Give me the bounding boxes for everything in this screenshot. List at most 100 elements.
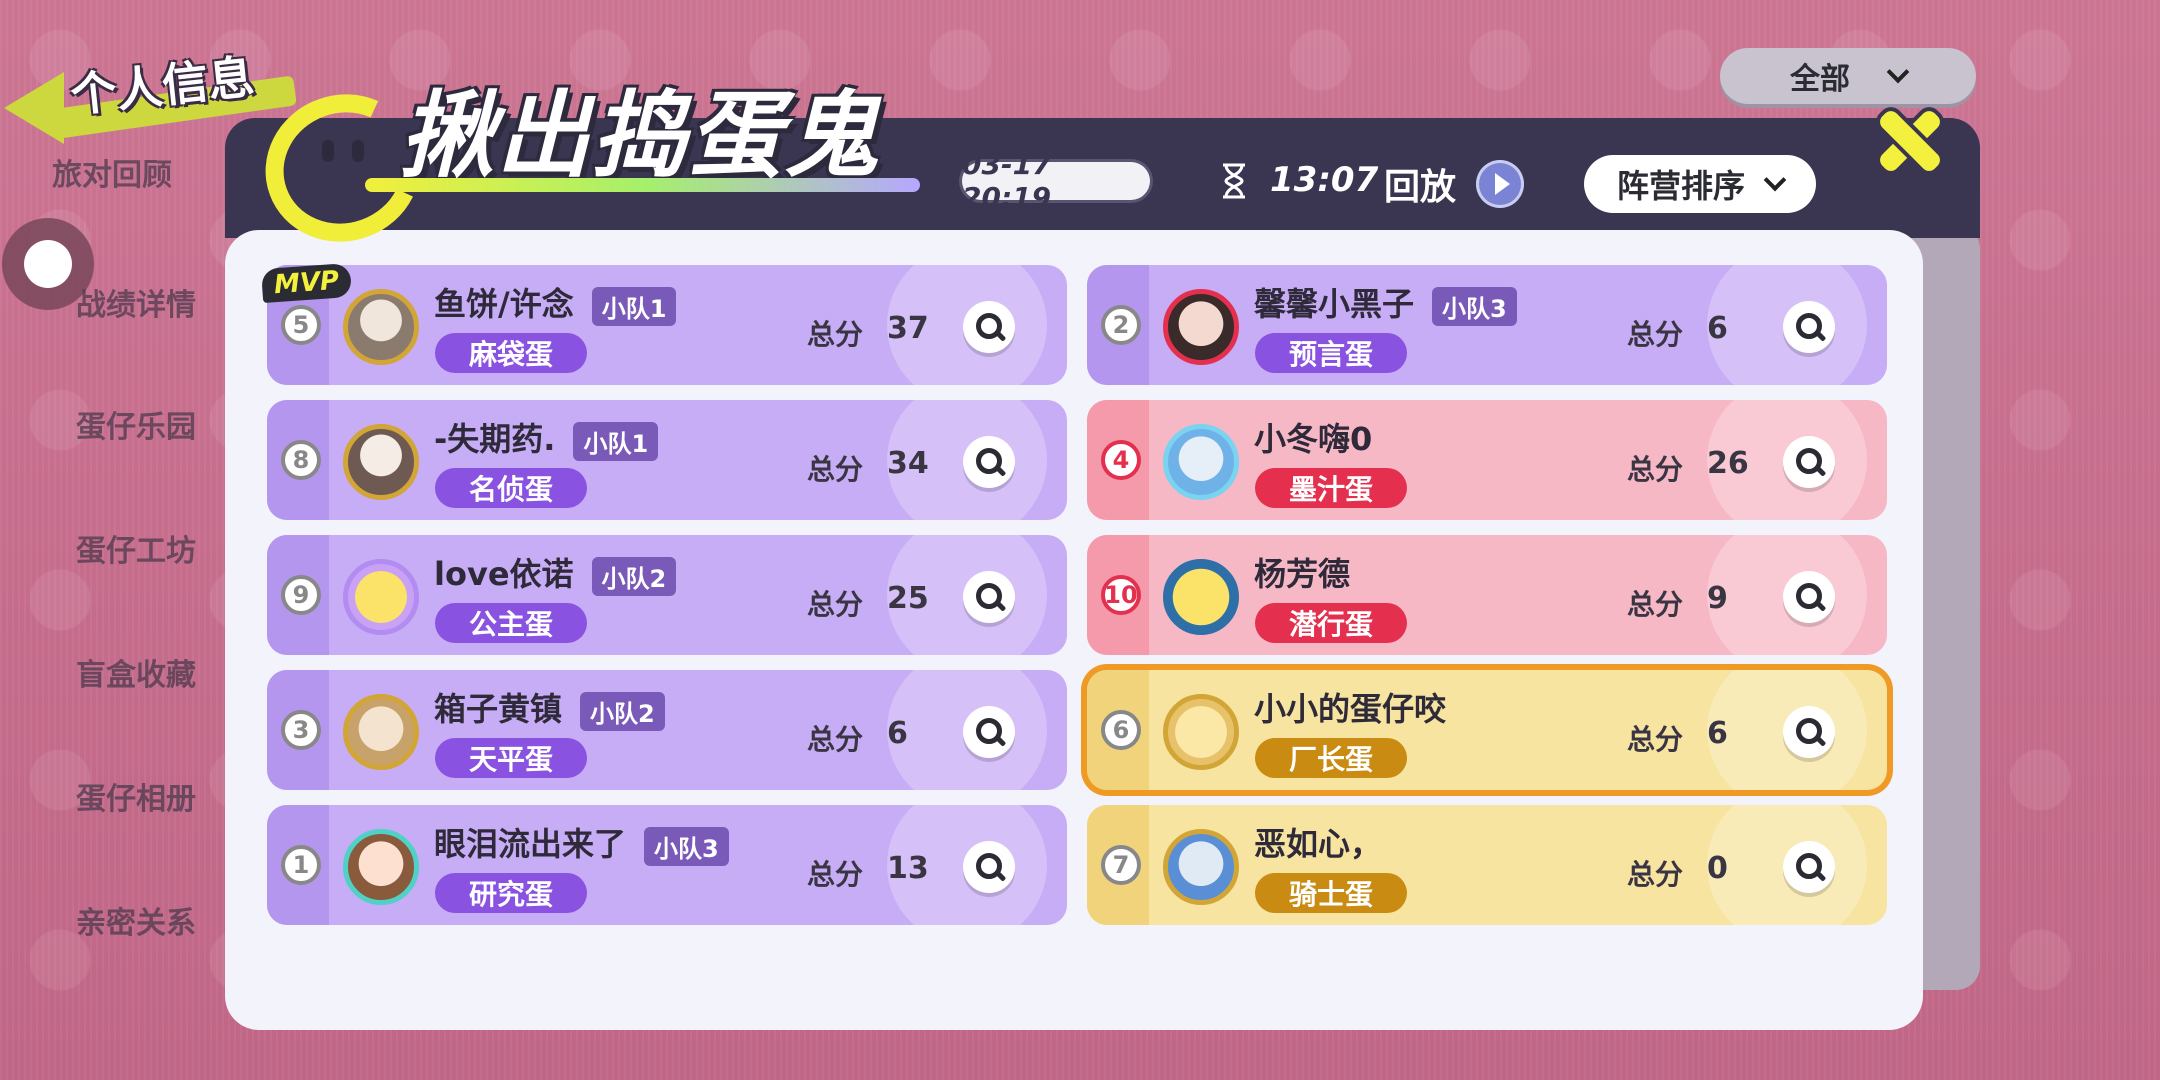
player-card[interactable]: 4 小冬嗨0 墨汁蛋 总分 26 (1087, 400, 1887, 520)
player-name-row: 馨馨小黑子 小队3 (1254, 279, 1517, 326)
search-icon[interactable] (963, 841, 1015, 893)
score-value: 34 (887, 446, 929, 481)
player-name-row: -失期药. 小队1 (434, 414, 659, 461)
player-card[interactable]: 8 -失期药. 小队1 名侦蛋 总分 34 (267, 400, 1067, 520)
rank-badge: 2 (1101, 305, 1141, 345)
player-card[interactable]: 3 箱子黄镇 小队2 天平蛋 总分 6 (267, 670, 1067, 790)
search-icon[interactable] (1783, 301, 1835, 353)
avatar[interactable] (1163, 424, 1239, 500)
hourglass-icon (1223, 163, 1245, 199)
player-card-self[interactable]: 6 小小的蛋仔咬 厂长蛋 总分 6 (1087, 670, 1887, 790)
player-name: 馨馨小黑子 (1254, 285, 1415, 323)
search-icon[interactable] (963, 436, 1015, 488)
rank-badge: 6 (1101, 710, 1141, 750)
score-label: 总分 (1627, 588, 1684, 621)
team-badge: 小队2 (591, 556, 677, 596)
match-duration: 13:07 (1270, 160, 1379, 200)
role-badge: 名侦蛋 (435, 468, 587, 508)
avatar[interactable] (343, 829, 419, 905)
rank-badge: 3 (281, 710, 321, 750)
chevron-down-icon (1886, 60, 1910, 84)
player-card[interactable]: 2 馨馨小黑子 小队3 预言蛋 总分 6 (1087, 265, 1887, 385)
score-value: 6 (1707, 311, 1728, 346)
rank-badge: 7 (1101, 845, 1141, 885)
sidebar-item-battle-details[interactable]: 战绩详情 (76, 280, 196, 324)
search-icon[interactable] (1783, 706, 1835, 758)
search-icon[interactable] (963, 571, 1015, 623)
search-icon[interactable] (1783, 571, 1835, 623)
sort-label: 阵营排序 (1616, 167, 1745, 205)
team-badge: 小队2 (580, 691, 665, 731)
team-badge: 小队3 (644, 826, 729, 866)
mvp-badge: MVP (260, 262, 353, 304)
logo-eye-icon (322, 140, 334, 162)
player-card[interactable]: 5 鱼饼/许念 小队1 麻袋蛋 总分 37 (267, 265, 1067, 385)
chevron-down-icon (1763, 168, 1787, 192)
score-value: 26 (1707, 446, 1749, 481)
avatar[interactable] (343, 424, 419, 500)
score-value: 9 (1707, 581, 1728, 616)
score-value: 6 (887, 716, 908, 751)
back-arrow-icon (4, 72, 64, 144)
player-card[interactable]: 10 杨芳德 潜行蛋 总分 9 (1087, 535, 1887, 655)
player-name-row: 恶如心， (1254, 819, 1382, 865)
score-label: 总分 (807, 858, 864, 891)
sidebar-item-relations[interactable]: 亲密关系 (76, 898, 196, 942)
team-badge: 小队3 (1432, 286, 1517, 326)
player-card[interactable]: 7 恶如心， 骑士蛋 总分 0 (1087, 805, 1887, 925)
avatar[interactable] (343, 289, 419, 365)
filter-dropdown[interactable]: 全部 (1720, 48, 1976, 104)
avatar[interactable] (1163, 829, 1239, 905)
role-badge: 厂长蛋 (1255, 738, 1407, 778)
score-label: 总分 (807, 318, 864, 351)
score-value: 37 (887, 311, 929, 346)
search-icon[interactable] (1783, 436, 1835, 488)
player-name-row: love依诺 小队2 (434, 549, 677, 596)
role-badge: 潜行蛋 (1255, 603, 1407, 643)
sidebar-item-blindbox[interactable]: 盲盒收藏 (76, 650, 196, 694)
filter-label: 全部 (1790, 62, 1850, 97)
avatar[interactable] (1163, 559, 1239, 635)
role-badge: 预言蛋 (1255, 333, 1407, 373)
player-name-row: 鱼饼/许念 小队1 (434, 279, 677, 326)
score-label: 总分 (1627, 723, 1684, 756)
score-value: 6 (1707, 716, 1728, 751)
player-name: 杨芳德 (1254, 555, 1351, 593)
score-label: 总分 (807, 588, 864, 621)
player-name-row: 箱子黄镇 小队2 (434, 684, 665, 731)
player-name-row: 杨芳德 (1254, 549, 1350, 595)
avatar[interactable] (1163, 289, 1239, 365)
score-label: 总分 (1627, 318, 1684, 351)
player-card[interactable]: 9 love依诺 小队2 公主蛋 总分 25 (267, 535, 1067, 655)
avatar[interactable] (1163, 694, 1239, 770)
role-badge: 研究蛋 (435, 873, 587, 913)
sidebar-item-eggy-park[interactable]: 蛋仔乐园 (76, 402, 196, 446)
match-date: 03-17 20:19 (962, 148, 1150, 214)
player-name: 箱子黄镇 (434, 690, 563, 728)
player-name-row: 小冬嗨0 (1254, 414, 1372, 460)
player-name-row: 小小的蛋仔咬 (1254, 684, 1446, 730)
player-card[interactable]: 1 眼泪流出来了 小队3 研究蛋 总分 13 (267, 805, 1067, 925)
play-icon[interactable] (1476, 160, 1524, 208)
close-button[interactable] (1876, 107, 1944, 175)
player-name: 恶如心， (1254, 825, 1383, 863)
player-name: love依诺 (434, 555, 574, 593)
sort-dropdown[interactable]: 阵营排序 (1584, 155, 1816, 213)
avatar[interactable] (343, 694, 419, 770)
player-name: 小小的蛋仔咬 (1254, 690, 1447, 728)
score-value: 25 (887, 581, 929, 616)
sidebar-item-album[interactable]: 蛋仔相册 (76, 774, 196, 818)
role-badge: 麻袋蛋 (435, 333, 587, 373)
role-badge: 骑士蛋 (1255, 873, 1407, 913)
rank-badge: 9 (281, 575, 321, 615)
search-icon[interactable] (963, 301, 1015, 353)
team-badge: 小队1 (591, 286, 677, 326)
role-badge: 墨汁蛋 (1255, 468, 1407, 508)
avatar[interactable] (343, 559, 419, 635)
player-name-row: 眼泪流出来了 小队3 (434, 819, 729, 866)
sidebar-item-eggy-workshop[interactable]: 蛋仔工坊 (76, 526, 196, 570)
search-icon[interactable] (963, 706, 1015, 758)
role-badge: 天平蛋 (435, 738, 587, 778)
rank-badge: 8 (281, 440, 321, 480)
search-icon[interactable] (1783, 841, 1835, 893)
